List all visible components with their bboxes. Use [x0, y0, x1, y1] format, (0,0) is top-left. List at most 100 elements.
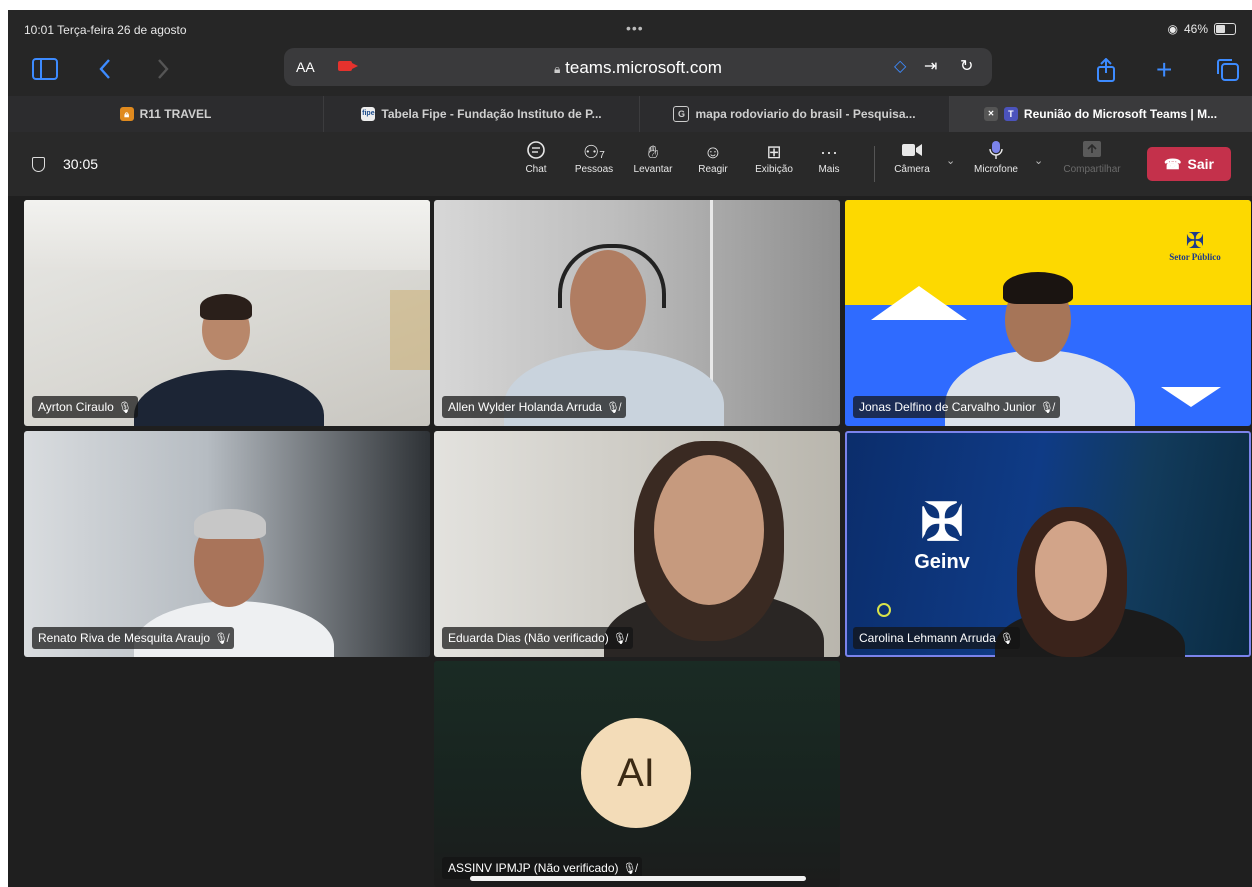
tab-tabela-fipe[interactable]: fipe Tabela Fipe - Fundação Instituto de… [324, 96, 640, 132]
leave-label: Sair [1187, 156, 1214, 172]
view-button[interactable]: ⊞ Exibição [747, 140, 801, 175]
address-bar[interactable]: AA 🔒︎ teams.microsoft.com ◇ ⇥ ↻ [284, 48, 992, 86]
bb-logo-icon: ✠ [1185, 228, 1205, 253]
video-tile-carolina[interactable]: ✠ Geinv Carolina Lehmann Arruda 🎙︎ [845, 431, 1251, 657]
raise-label: Levantar [633, 164, 673, 175]
timer-text: 30:05 [63, 156, 99, 172]
url-text[interactable]: 🔒︎ teams.microsoft.com [284, 58, 992, 78]
more-icon: ··· [820, 142, 838, 162]
meeting-controls-bar: 30:05 Chat ⚇7 Pessoas ✋︎ Levantar ☺ Reag… [8, 132, 1252, 196]
participant-head [1035, 521, 1107, 621]
decor-circle [877, 603, 891, 617]
ceiling [24, 200, 430, 270]
tab-label: R11 TRAVEL [139, 107, 212, 121]
hand-icon: ✋︎ [647, 142, 659, 162]
raise-hand-button[interactable]: ✋︎ Levantar [627, 140, 679, 175]
fipe-favicon-icon: fipe [361, 107, 376, 121]
participant-name: Eduarda Dias (Não verificado) [448, 631, 609, 645]
status-bar: 10:01 Terça-feira 26 de agosto ••• ◉ 46% [8, 10, 1252, 48]
browser-tabs: 🔒︎ R11 TRAVEL fipe Tabela Fipe - Fundaçã… [8, 96, 1252, 132]
camera-options-chevron-icon[interactable]: ⌄ [946, 154, 955, 167]
more-button[interactable]: ··· Mais [814, 140, 844, 175]
google-favicon-icon: G [673, 106, 690, 122]
home-indicator[interactable] [470, 876, 806, 881]
participant-name-label: Carolina Lehmann Arruda 🎙︎ [853, 627, 1020, 649]
geinv-logo: ✠ Geinv [907, 495, 977, 574]
participant-name: Ayrton Ciraulo [38, 400, 114, 414]
microphone-muted-icon: 🎙︎̸ [1039, 401, 1054, 414]
setor-publico-logo: ✠ Setor Público [1155, 228, 1235, 263]
microphone-muted-icon: 🎙︎̸ [612, 632, 627, 645]
video-tile-assinv[interactable]: AI ASSINV IPMJP (Não verificado) 🎙︎̸ [434, 661, 840, 887]
multitask-dots[interactable]: ••• [626, 20, 644, 36]
participant-hair [194, 509, 266, 539]
window-light [390, 290, 430, 370]
forward-icon[interactable] [156, 58, 170, 85]
lock-icon: 🔒︎ [119, 107, 134, 121]
grid-icon: ⊞ [766, 142, 782, 162]
video-tile-jonas[interactable]: ✠ Setor Público Jonas Delfino de Carvalh… [845, 200, 1251, 426]
ipad-screen: 10:01 Terça-feira 26 de agosto ••• ◉ 46%… [8, 10, 1252, 887]
leave-button[interactable]: ☎︎ Sair [1147, 147, 1231, 181]
video-tile-ayrton[interactable]: Ayrton Ciraulo 🎙︎ [24, 200, 430, 426]
video-tile-renato[interactable]: Renato Riva de Mesquita Araujo 🎙︎̸ [24, 431, 430, 657]
share-tray-icon [1056, 140, 1128, 164]
participant-hair [200, 294, 252, 320]
participant-name-label: Allen Wylder Holanda Arruda 🎙︎̸ [442, 396, 626, 418]
share-content-button[interactable]: Compartilhar [1056, 140, 1128, 175]
microphone-options-chevron-icon[interactable]: ⌄ [1034, 154, 1043, 167]
microphone-muted-icon: 🎙︎̸ [622, 862, 637, 875]
participant-body [134, 370, 324, 426]
chat-button[interactable]: Chat [521, 140, 551, 175]
participant-name: Renato Riva de Mesquita Araujo [38, 631, 211, 645]
participant-name-label: Eduarda Dias (Não verificado) 🎙︎̸ [442, 627, 633, 649]
toolbar-separator [874, 146, 875, 182]
camera-button[interactable]: Câmera [886, 140, 938, 175]
tab-google-search[interactable]: G mapa rodoviario do brasil - Pesquisa..… [640, 96, 950, 132]
smiley-icon: ☺ [703, 142, 723, 162]
close-tab-icon[interactable]: ✕ [983, 107, 998, 121]
shield-icon [32, 156, 45, 172]
participant-head [654, 455, 764, 605]
video-tile-eduarda[interactable]: Eduarda Dias (Não verificado) 🎙︎̸ [434, 431, 840, 657]
microphone-button[interactable]: Microfone [966, 140, 1026, 175]
people-button[interactable]: ⚇7 Pessoas [569, 140, 619, 175]
participant-name: Jonas Delfino de Carvalho Junior [859, 400, 1036, 414]
participant-name-label: Ayrton Ciraulo 🎙︎ [32, 396, 138, 418]
tabs-overview-icon[interactable] [1216, 58, 1240, 87]
tab-r11-travel[interactable]: 🔒︎ R11 TRAVEL [8, 96, 324, 132]
arrow-down-shape [1161, 387, 1221, 407]
share-label: Compartilhar [1063, 164, 1121, 175]
camera-icon [886, 140, 938, 164]
react-label: Reagir [698, 164, 728, 175]
extension-icon[interactable]: ◇ [894, 56, 906, 76]
participant-name: Allen Wylder Holanda Arruda [448, 400, 602, 414]
wifi-icon: ◉ [1167, 22, 1178, 36]
chat-label: Chat [525, 164, 547, 175]
participant-name-label: Jonas Delfino de Carvalho Junior 🎙︎̸ [853, 396, 1060, 418]
participant-name: Carolina Lehmann Arruda [859, 631, 996, 645]
sidebar-icon[interactable] [32, 58, 58, 85]
meeting-timer: 30:05 [32, 156, 98, 172]
arrow-up-shape [871, 286, 967, 320]
react-button[interactable]: ☺ Reagir [693, 140, 733, 175]
share-screen-icon[interactable]: ⇥ [924, 56, 937, 76]
new-tab-icon[interactable]: + [1156, 56, 1172, 84]
share-icon[interactable] [1096, 57, 1116, 87]
microphone-icon [966, 140, 1026, 164]
tab-label: Tabela Fipe - Fundação Instituto de P... [381, 107, 602, 121]
chat-icon [521, 140, 551, 164]
battery-icon [1214, 23, 1236, 35]
view-label: Exibição [755, 164, 793, 175]
video-tile-allen[interactable]: Allen Wylder Holanda Arruda 🎙︎̸ [434, 200, 840, 426]
back-icon[interactable] [98, 58, 112, 85]
reload-icon[interactable]: ↻ [960, 56, 973, 76]
hang-up-icon: ☎︎ [1164, 155, 1182, 172]
tab-teams-meeting[interactable]: ✕ T Reunião do Microsoft Teams | M... [950, 96, 1252, 132]
status-right: ◉ 46% [1167, 22, 1236, 36]
people-count: 7 [599, 150, 605, 161]
headset-icon [558, 244, 666, 308]
participant-hair [1003, 272, 1073, 304]
participant-name: ASSINV IPMJP (Não verificado) [448, 861, 619, 875]
microphone-muted-icon: 🎙︎̸ [605, 401, 620, 414]
